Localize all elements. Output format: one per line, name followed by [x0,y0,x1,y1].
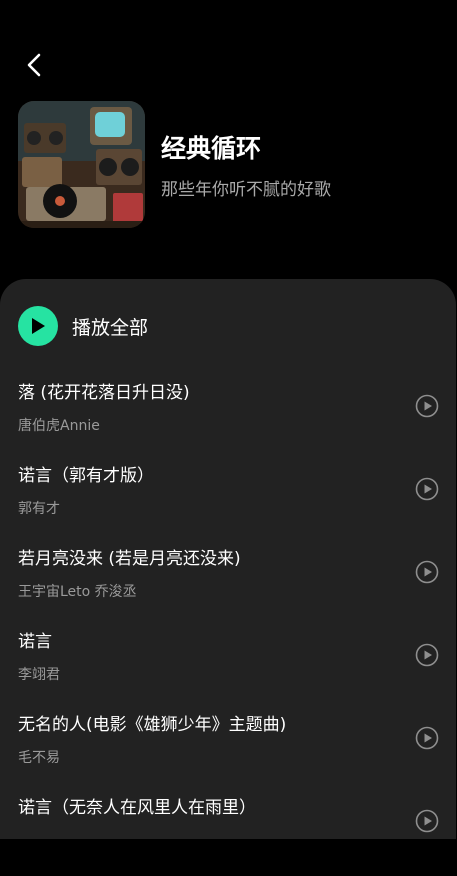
song-title: 诺言（无奈人在风里人在雨里） [18,798,256,818]
song-artist: 唐伯虎Annie [18,418,100,434]
song-item[interactable]: 诺言（无奈人在风里人在雨里） [0,793,456,876]
play-icon [32,318,45,334]
play-circle-icon[interactable] [415,809,439,833]
song-item[interactable]: 诺言（郭有才版） 郭有才 [0,461,456,544]
play-circle-icon[interactable] [415,560,439,584]
song-artist: 毛不易 [18,750,60,766]
back-button[interactable] [20,50,48,80]
playlist-titles: 经典循环 那些年你听不腻的好歌 [161,129,331,200]
song-item[interactable]: 落 (花开花落日升日没) 唐伯虎Annie [0,378,456,461]
play-circle-icon[interactable] [415,394,439,418]
playlist-header: 经典循环 那些年你听不腻的好歌 [18,101,331,228]
play-circle-icon[interactable] [415,726,439,750]
play-all-label: 播放全部 [72,316,149,339]
song-title: 落 (花开花落日升日没) [18,383,190,403]
song-artist: 王宇宙Leto 乔浚丞 [18,584,137,600]
song-item[interactable]: 诺言 李翊君 [0,627,456,710]
playlist-cover [18,101,145,228]
playlist-title: 经典循环 [161,134,262,163]
song-item[interactable]: 若月亮没来 (若是月亮还没来) 王宇宙Leto 乔浚丞 [0,544,456,627]
song-title: 诺言 [18,632,52,652]
song-title: 诺言（郭有才版） [18,466,154,486]
playlist-subtitle: 那些年你听不腻的好歌 [161,180,331,200]
play-circle-icon[interactable] [415,643,439,667]
song-artist: 李翊君 [18,667,60,683]
song-title: 若月亮没来 (若是月亮还没来) [18,549,241,569]
play-all-button[interactable]: 播放全部 [18,306,148,346]
play-circle-icon[interactable] [415,477,439,501]
song-artist: 郭有才 [18,501,60,517]
play-all-circle [18,306,58,346]
song-list-panel: 播放全部 落 (花开花落日升日没) 唐伯虎Annie 诺言（郭有才版） 郭有才 … [0,279,456,839]
chevron-left-icon [27,53,41,77]
song-title: 无名的人(电影《雄狮少年》主题曲) [18,715,287,735]
song-item[interactable]: 无名的人(电影《雄狮少年》主题曲) 毛不易 [0,710,456,793]
